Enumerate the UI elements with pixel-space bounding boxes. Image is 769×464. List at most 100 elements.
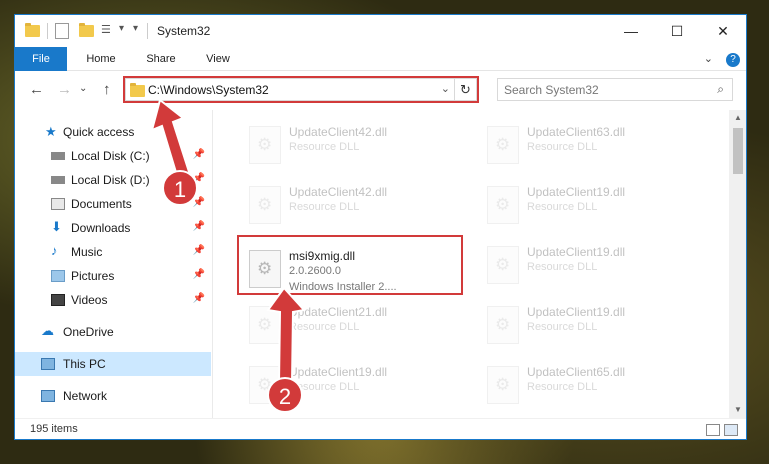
- file-type: Resource DLL: [527, 261, 598, 273]
- scroll-up-arrow[interactable]: ▲: [729, 110, 746, 126]
- ribbon-controls: ⌄ ?: [704, 52, 740, 67]
- file-item[interactable]: UpdateClient63.dll Resource DLL: [477, 118, 697, 174]
- up-button[interactable]: ↑: [103, 81, 111, 98]
- file-type: Resource DLL: [527, 381, 598, 393]
- music-icon: ♪: [51, 243, 58, 258]
- tab-view[interactable]: View: [193, 47, 243, 71]
- sidebar-item-label: Documents: [71, 197, 132, 211]
- chevron-down-icon[interactable]: ▾: [119, 23, 124, 39]
- file-item[interactable]: UpdateClient21.dll Resource DLL: [239, 298, 459, 354]
- search-icon[interactable]: ⌕: [717, 82, 724, 97]
- file-name: UpdateClient42.dll: [289, 125, 388, 139]
- title-bar: ☰ ▾ ▾ System32 — ☐ ✕: [15, 15, 746, 47]
- sidebar-item-network[interactable]: Network: [15, 384, 211, 408]
- close-button[interactable]: ✕: [700, 15, 746, 47]
- sidebar-item-this-pc[interactable]: This PC: [15, 352, 211, 376]
- details-view-icon[interactable]: [706, 424, 720, 436]
- file-list: UpdateClient42.dll Resource DLL UpdateCl…: [213, 110, 729, 418]
- file-name: UpdateClient21.dll: [289, 305, 388, 319]
- search-box[interactable]: Search System32 ⌕: [497, 78, 733, 101]
- sidebar-item-downloads[interactable]: ⬇ Downloads 📌: [15, 216, 211, 240]
- dll-file-icon: [249, 126, 281, 164]
- sidebar-item-label: This PC: [63, 357, 106, 371]
- sidebar-item-label: Videos: [71, 293, 108, 307]
- file-name: UpdateClient19.dll: [527, 245, 626, 259]
- properties-icon[interactable]: [55, 23, 69, 39]
- large-icons-view-icon[interactable]: [724, 424, 738, 436]
- sidebar-item-label: Local Disk (D:): [71, 173, 150, 187]
- tab-share[interactable]: Share: [133, 47, 189, 71]
- customize-toolbar-icon[interactable]: ☰: [101, 23, 115, 39]
- documents-icon: [51, 198, 65, 210]
- sidebar-item-label: OneDrive: [63, 325, 114, 339]
- scroll-thumb[interactable]: [733, 128, 743, 174]
- vertical-scrollbar[interactable]: ▲ ▼: [729, 110, 746, 418]
- folder-icon: [25, 23, 40, 37]
- file-item[interactable]: UpdateClient42.dll Resource DLL: [239, 178, 459, 234]
- sidebar-item-music[interactable]: ♪ Music 📌: [15, 240, 211, 264]
- pictures-icon: [51, 270, 65, 282]
- file-item[interactable]: UpdateClient19.dll Resource DLL: [477, 238, 697, 294]
- sidebar-item-videos[interactable]: Videos 📌: [15, 288, 211, 312]
- navigation-pane: ★ Quick access Local Disk (C:) 📌 Local D…: [15, 110, 211, 418]
- divider: [47, 23, 48, 39]
- tab-home[interactable]: Home: [75, 47, 127, 71]
- file-type: Resource DLL: [527, 321, 598, 333]
- ribbon-tabs: File Home Share View ⌄ ?: [15, 47, 746, 71]
- pin-icon[interactable]: 📌: [193, 221, 205, 232]
- file-item[interactable]: UpdateClient65.dll Resource DLL: [477, 358, 697, 414]
- file-name: UpdateClient42.dll: [289, 185, 388, 199]
- item-count: 195 items: [30, 423, 78, 435]
- help-icon[interactable]: ?: [726, 53, 740, 67]
- file-type: Resource DLL: [527, 141, 598, 153]
- pin-icon[interactable]: 📌: [193, 293, 205, 304]
- window-title: System32: [157, 24, 211, 38]
- sidebar-item-onedrive[interactable]: ☁ OneDrive: [15, 320, 211, 344]
- quick-access-toolbar-menu[interactable]: ▾: [133, 23, 138, 39]
- drive-icon: [51, 176, 65, 184]
- file-type: Resource DLL: [289, 201, 360, 213]
- search-input[interactable]: Search System32: [504, 83, 599, 97]
- forward-button[interactable]: →: [57, 81, 72, 98]
- cloud-icon: ☁: [41, 323, 54, 338]
- file-item[interactable]: UpdateClient42.dll Resource DLL: [239, 118, 459, 174]
- sidebar-item-label: Local Disk (C:): [71, 149, 150, 163]
- dll-file-icon: [487, 126, 519, 164]
- pin-icon[interactable]: 📌: [193, 149, 205, 160]
- expand-ribbon-icon[interactable]: ⌄: [704, 53, 713, 65]
- pin-icon[interactable]: 📌: [193, 245, 205, 256]
- file-item[interactable]: UpdateClient19.dll Resource DLL: [477, 178, 697, 234]
- videos-icon: [51, 294, 65, 306]
- new-folder-icon[interactable]: [79, 23, 94, 37]
- file-name: UpdateClient19.dll: [527, 185, 626, 199]
- sidebar-item-local-disk-c[interactable]: Local Disk (C:) 📌: [15, 144, 211, 168]
- tab-file[interactable]: File: [15, 47, 67, 71]
- file-type: Resource DLL: [527, 201, 598, 213]
- dll-file-icon: [487, 246, 519, 284]
- minimize-button[interactable]: —: [608, 15, 654, 47]
- address-row: ← → ⌄ ↑ C:\Windows\System32 ⌄ ↻ Search S…: [15, 72, 746, 108]
- file-type: Resource DLL: [289, 141, 360, 153]
- sidebar-item-label: Downloads: [71, 221, 131, 235]
- downloads-icon: ⬇: [51, 219, 62, 234]
- sidebar-item-label: Music: [71, 245, 103, 259]
- explorer-window: ☰ ▾ ▾ System32 — ☐ ✕ File Home Share Vie…: [14, 14, 747, 440]
- recent-locations-button[interactable]: ⌄: [79, 83, 87, 94]
- pin-icon[interactable]: 📌: [193, 269, 205, 280]
- scroll-down-arrow[interactable]: ▼: [729, 402, 746, 418]
- computer-icon: [41, 358, 55, 370]
- maximize-button[interactable]: ☐: [654, 15, 700, 47]
- back-button[interactable]: ←: [29, 81, 44, 98]
- star-icon: ★: [45, 124, 57, 139]
- file-name: UpdateClient19.dll: [527, 305, 626, 319]
- address-highlight-box: [123, 76, 479, 103]
- sidebar-item-label: Pictures: [71, 269, 115, 283]
- file-item[interactable]: UpdateClient19.dll Resource DLL: [477, 298, 697, 354]
- status-bar: 195 items: [15, 418, 746, 439]
- sidebar-item-quick-access[interactable]: ★ Quick access: [15, 120, 211, 144]
- sidebar-item-pictures[interactable]: Pictures 📌: [15, 264, 211, 288]
- file-name: UpdateClient65.dll: [527, 365, 626, 379]
- dll-file-icon: [487, 186, 519, 224]
- divider: [147, 23, 148, 39]
- step-badge-2: 2: [267, 377, 303, 413]
